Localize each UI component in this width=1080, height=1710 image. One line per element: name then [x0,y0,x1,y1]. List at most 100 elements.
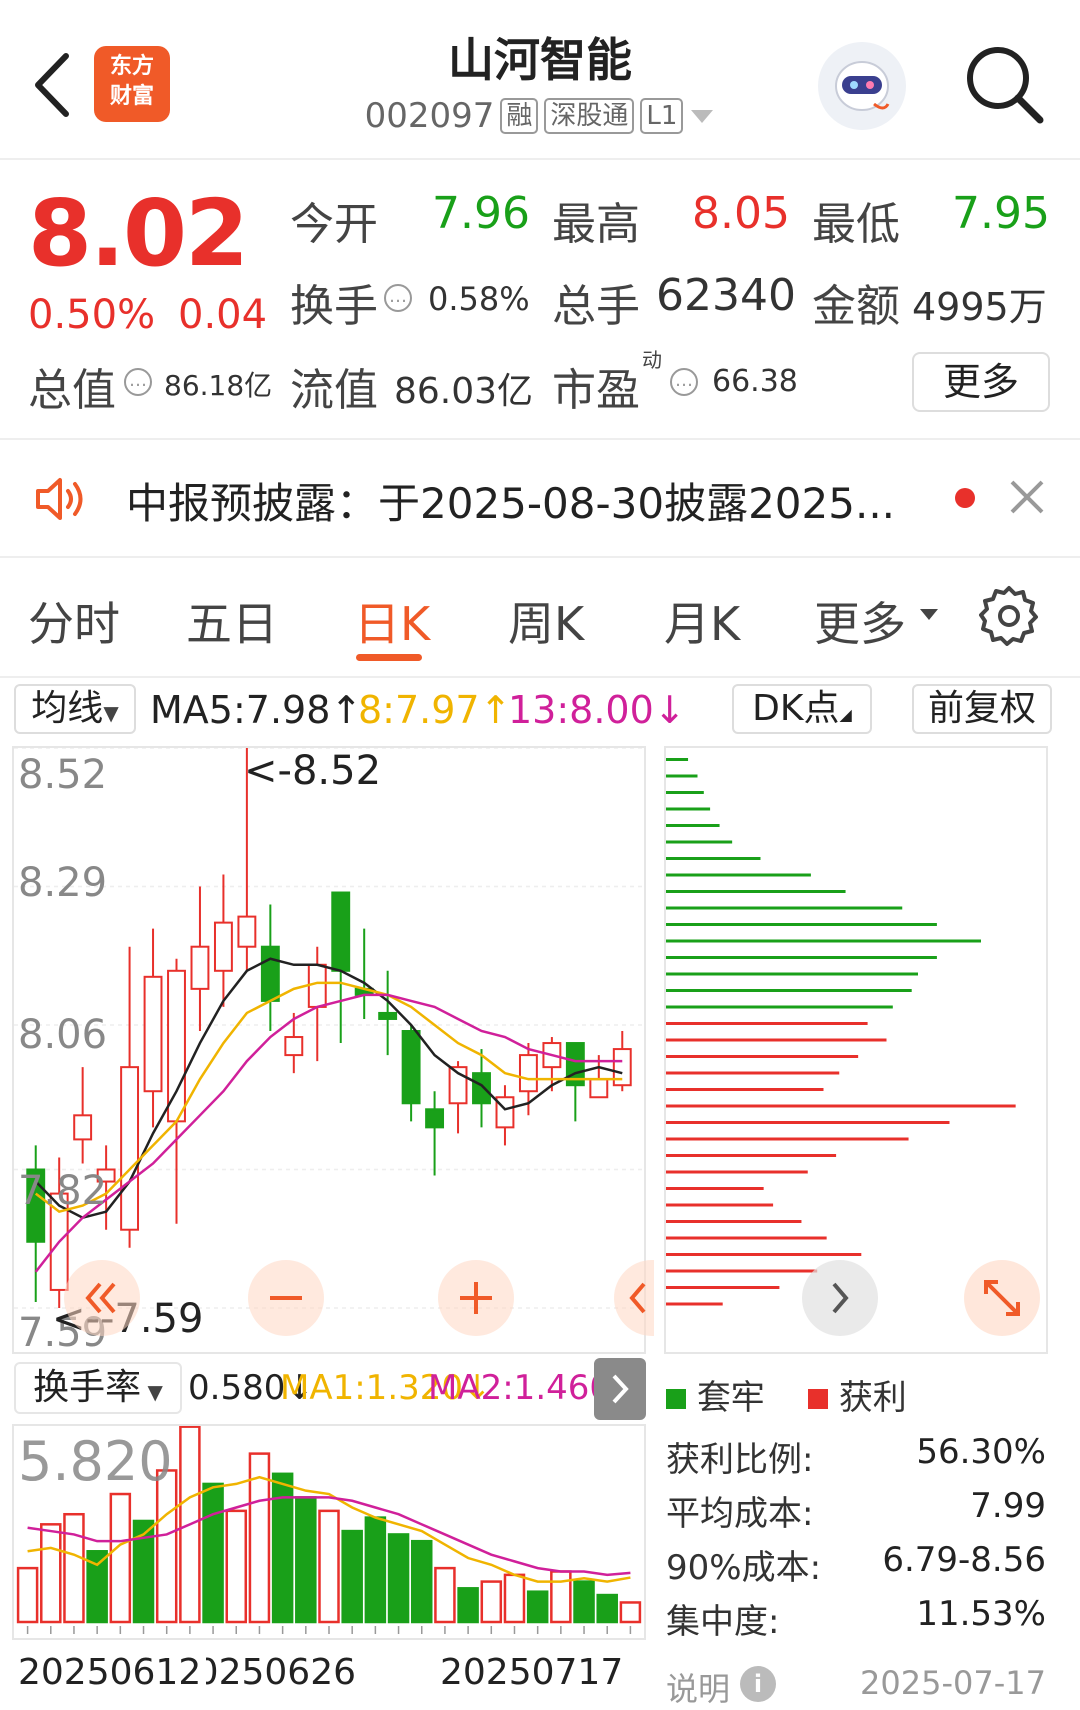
ma13-value: 13:8.00↓ [508,688,686,732]
concentration-value: 11.53% [916,1594,1046,1634]
turnover-bar [40,1523,62,1624]
info-icon[interactable]: i [740,1666,776,1702]
assistant-robot-icon[interactable] [818,42,906,130]
ma-select[interactable]: 均线▼ [14,684,136,734]
low-value: 7.95 [952,188,1050,239]
candle-body [120,1066,140,1231]
change-amount: 0.04 [178,292,268,338]
tab-intraday[interactable]: 分时 [28,588,120,654]
chevron-right-icon [612,1374,629,1404]
chip-bar [666,1269,818,1273]
tab-weekly-k[interactable]: 周K [508,588,584,654]
pe-info-icon[interactable]: … [670,368,698,396]
active-tab-indicator [356,654,422,661]
current-price: 8.02 [28,180,249,287]
note-label[interactable]: 说明 [666,1664,730,1710]
date-label-end: 20250717 [440,1652,624,1693]
pe-label: 市盈 [552,365,640,416]
chip-bar [666,906,903,910]
chip-bar [666,1088,824,1091]
minus-icon [270,1296,302,1300]
chip-bar [666,1253,862,1256]
open-value: 7.96 [432,188,530,239]
chevron-left-icon [629,1282,646,1314]
expand-button[interactable] [964,1260,1040,1336]
candle-body [589,1078,609,1099]
amount-label: 金额 [812,281,900,332]
high-value: 8.05 [692,188,790,239]
candle-body [307,963,327,1008]
tab-monthly-k[interactable]: 月K [664,588,740,654]
chip-bar [666,857,761,860]
speaker-icon [36,478,83,520]
turnover-info-icon[interactable]: … [384,284,412,312]
chip-date: 2025-07-17 [860,1664,1046,1702]
zoom-out-button[interactable] [248,1260,324,1336]
search-icon[interactable] [960,40,1050,130]
avg-cost-label: 平均成本: [666,1494,814,1534]
candle-body [260,945,280,1002]
tab-more[interactable]: 更多 [814,588,906,654]
chip-bar [666,890,846,893]
candle-body [143,975,163,1093]
y-label-4: 7.82 [18,1168,108,1214]
notice-text[interactable]: 中报预披露：于2025-08-30披露2025... [126,470,895,531]
candle-body [331,891,351,972]
turnover-bar [457,1587,479,1624]
connect-tag: 深股通 [544,98,635,134]
expand-indicator-button[interactable] [594,1358,646,1420]
turnover-bar [271,1472,294,1624]
chip-bar [666,1170,808,1174]
dk-point-toggle[interactable]: DK点◢ [732,684,872,734]
total-cap-info-icon[interactable]: … [124,368,152,396]
turnover-bar [202,1482,224,1624]
y-label-3: 8.06 [18,1012,108,1058]
turnover-bar [480,1580,503,1624]
y-label-2: 8.29 [18,860,108,906]
zoom-in-button[interactable] [438,1260,514,1336]
rewind-button[interactable] [64,1260,140,1336]
turnover-bar [526,1590,549,1624]
turnover-bar [364,1516,387,1624]
tab-five-day[interactable]: 五日 [186,588,278,654]
chip-distribution-panel[interactable] [664,746,1048,1354]
divider [0,676,1080,678]
back-arrow-icon[interactable] [30,50,74,120]
volume-label: 总手 [552,281,640,332]
expand-icon [984,1280,1020,1316]
dropdown-triangle-icon[interactable] [689,106,715,126]
chip-bar [666,1187,764,1190]
candle-body [190,945,210,990]
tab-daily-k[interactable]: 日K [354,588,430,654]
more-quote-button[interactable]: 更多 [912,352,1050,412]
turnover-bar [16,1566,39,1624]
high-label: 最高 [552,199,640,250]
turnover-select[interactable]: 换手率 ▼ [14,1362,182,1414]
legend-trapped-swatch [666,1389,686,1409]
turnover-bar [109,1492,132,1624]
chip-bar [666,1286,780,1289]
adjust-select[interactable]: 前复权 [912,684,1052,734]
turnover-bar [318,1509,340,1624]
scroll-left-button[interactable] [614,1260,654,1336]
chip-bar [666,923,937,926]
gear-icon[interactable] [978,584,1040,646]
turnover-bar [155,1469,178,1624]
close-icon[interactable] [1008,478,1046,516]
turnover-panel[interactable]: 5.820 [12,1424,646,1640]
candle-body [213,921,233,972]
date-label-start: 20250612 [18,1652,202,1693]
chip-bar [666,1022,868,1025]
turnover-bar [387,1533,410,1624]
candle-body [401,1030,421,1105]
chip-bar [666,939,981,943]
chip-next-button[interactable] [802,1260,878,1336]
brand-logo[interactable]: 东方 财富 [94,46,170,122]
chip-bar [666,1220,802,1223]
stock-code-line[interactable]: 002097 融 深股通 L1 [340,96,740,136]
kline-panel[interactable]: 8.52 8.29 8.06 7.82 7.59 <-8.52 <--7.59 [12,746,654,1356]
chip-bar [666,840,733,844]
candle-body [167,969,186,1123]
chip-bar [666,956,937,959]
tab-more-dropdown-icon[interactable] [918,606,940,622]
